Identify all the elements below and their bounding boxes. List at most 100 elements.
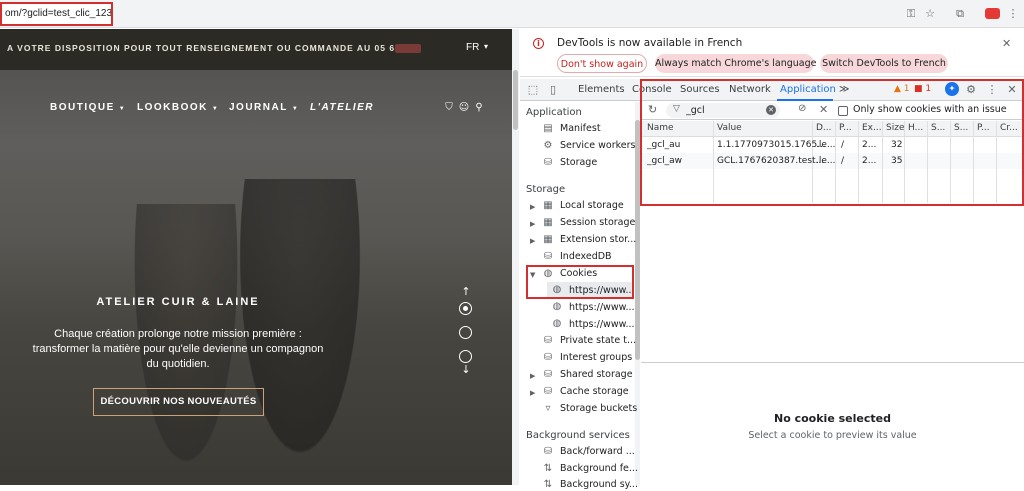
database-icon: ⛁ — [543, 157, 553, 168]
clear-all-cookies-icon[interactable]: ⊘ — [798, 103, 806, 114]
nav-boutique[interactable]: BOUTIQUE ▼ — [50, 102, 126, 113]
column-value[interactable]: Value — [717, 123, 742, 133]
only-issues-checkbox[interactable] — [838, 106, 848, 116]
sidebar-item-local-storage[interactable]: Local storage — [560, 200, 624, 211]
sidebar-item-back-forward-cache[interactable]: Back/forward ... — [560, 446, 635, 457]
more-options-icon[interactable]: ⋮ — [985, 83, 999, 97]
column-divider — [973, 121, 974, 203]
close-icon[interactable]: ✕ — [1002, 37, 1011, 50]
language-selector[interactable]: FR — [466, 42, 479, 53]
arrow-up-icon[interactable]: ↑ — [461, 285, 471, 298]
cell-domain[interactable]: .le... — [816, 140, 835, 150]
nav-atelier[interactable]: L'ATELIER — [310, 102, 374, 113]
column-cross-site[interactable]: Cr... — [1000, 123, 1018, 133]
cell-value[interactable]: GCL.1767620387.test... — [717, 156, 824, 166]
cell-expires[interactable]: 2... — [862, 140, 876, 150]
expand-arrow-icon[interactable]: ▶ — [530, 372, 535, 380]
sync-icon: ⇅ — [543, 479, 553, 490]
nav-journal[interactable]: JOURNAL ▼ — [229, 102, 299, 113]
cell-value[interactable]: 1.1.1770973015.1765... — [717, 140, 826, 150]
filter-input[interactable] — [686, 103, 766, 118]
address-bar[interactable]: om/?gclid=test_clic_123 — [0, 2, 113, 26]
extension-icon[interactable]: ⧉ — [952, 6, 968, 22]
cart-icon[interactable]: ⛉ — [443, 102, 455, 114]
delete-cookie-icon[interactable]: ✕ — [819, 103, 828, 116]
cookie-origin-1[interactable]: https://www... — [569, 285, 635, 296]
expand-arrow-icon[interactable]: ▶ — [530, 389, 535, 397]
slide-dot-3[interactable] — [459, 350, 472, 363]
sidebar-item-manifest[interactable]: Manifest — [560, 123, 601, 134]
tab-sources[interactable]: Sources — [680, 84, 720, 95]
cell-expires[interactable]: 2... — [862, 156, 876, 166]
column-expires[interactable]: Ex... — [862, 123, 882, 133]
arrow-down-icon[interactable]: ↓ — [461, 363, 471, 376]
key-icon[interactable]: ⚿ — [903, 6, 919, 22]
menu-icon[interactable]: ⋮ — [1005, 6, 1021, 22]
inspect-icon[interactable]: ⬚ — [526, 83, 540, 97]
cookie-origin-3[interactable]: https://www... — [569, 319, 635, 330]
sidebar-item-service-workers[interactable]: Service workers — [560, 140, 635, 151]
collapse-arrow-icon[interactable]: ▼ — [530, 271, 535, 279]
preview-divider[interactable] — [641, 362, 1024, 363]
slide-dot-2[interactable] — [459, 326, 472, 339]
expand-arrow-icon[interactable]: ▶ — [530, 220, 535, 228]
star-icon[interactable]: ☆ — [922, 6, 938, 22]
search-icon[interactable]: ⚲ — [473, 102, 485, 114]
profile-icon[interactable] — [985, 8, 1000, 19]
column-httponly[interactable]: H... — [908, 123, 923, 133]
cell-domain[interactable]: .le... — [816, 156, 835, 166]
discover-button[interactable]: DÉCOUVRIR NOS NOUVEAUTÉS — [93, 388, 264, 416]
device-toggle-icon[interactable]: ▯ — [546, 83, 560, 97]
database-icon: ⛁ — [543, 352, 553, 363]
hero-title: ATELIER CUIR & LAINE — [96, 296, 260, 308]
preview-subtitle: Select a cookie to preview its value — [748, 430, 917, 441]
tab-console[interactable]: Console — [632, 84, 672, 95]
tab-elements[interactable]: Elements — [578, 84, 625, 95]
column-domain[interactable]: D... — [816, 123, 832, 133]
sidebar-item-extension-storage[interactable]: Extension stor... — [560, 234, 636, 245]
cell-name[interactable]: _gcl_au — [647, 140, 680, 150]
sidebar-item-interest-groups[interactable]: Interest groups — [560, 352, 632, 363]
slide-dot-1[interactable] — [459, 302, 472, 315]
gear-icon[interactable]: ⚙ — [964, 83, 978, 97]
column-size[interactable]: Size — [886, 123, 904, 133]
sidebar-item-storage[interactable]: Storage — [560, 157, 597, 168]
sidebar-item-shared-storage[interactable]: Shared storage — [560, 369, 633, 380]
cell-size[interactable]: 35 — [891, 156, 902, 166]
tab-application[interactable]: Application — [780, 84, 836, 95]
cell-name[interactable]: _gcl_aw — [647, 156, 682, 166]
sidebar-item-storage-buckets[interactable]: Storage buckets — [560, 403, 637, 414]
sidebar-item-cookies[interactable]: Cookies — [560, 268, 597, 279]
switch-language-button[interactable]: Switch DevTools to French — [820, 54, 948, 73]
error-count[interactable]: ■ 1 — [914, 84, 931, 94]
account-icon[interactable]: ☺ — [458, 102, 470, 114]
table-icon: ▦ — [543, 217, 553, 228]
sidebar-item-cache-storage[interactable]: Cache storage — [560, 386, 629, 397]
clear-filter-icon[interactable]: ✕ — [766, 105, 776, 115]
close-devtools-icon[interactable]: ✕ — [1005, 83, 1019, 97]
more-tabs-button[interactable]: ≫ — [839, 84, 849, 95]
warning-count[interactable]: ▲ 1 — [894, 84, 910, 94]
sidebar-item-background-fetch[interactable]: Background fe... — [560, 463, 638, 474]
column-secure[interactable]: S... — [931, 123, 945, 133]
sidebar-item-private-state[interactable]: Private state t... — [560, 335, 636, 346]
expand-arrow-icon[interactable]: ▶ — [530, 237, 535, 245]
sidebar-item-indexeddb[interactable]: IndexedDB — [560, 251, 612, 262]
dont-show-again-button[interactable]: Don't show again — [557, 54, 647, 73]
ai-assistance-icon[interactable]: ✦ — [945, 82, 959, 96]
column-path[interactable]: P... — [839, 123, 852, 133]
tab-network[interactable]: Network — [729, 84, 771, 95]
cookie-origin-2[interactable]: https://www... — [569, 302, 635, 313]
column-samesite[interactable]: S... — [954, 123, 968, 133]
column-name[interactable]: Name — [647, 123, 674, 133]
cell-path[interactable]: / — [841, 140, 844, 150]
refresh-icon[interactable]: ↻ — [648, 103, 657, 116]
cell-size[interactable]: 32 — [891, 140, 902, 150]
expand-arrow-icon[interactable]: ▶ — [530, 203, 535, 211]
page-scrollbar-thumb[interactable] — [513, 70, 518, 130]
nav-lookbook[interactable]: LOOKBOOK ▼ — [137, 102, 219, 113]
sidebar-item-session-storage[interactable]: Session storage — [560, 217, 635, 228]
column-priority[interactable]: P... — [977, 123, 990, 133]
cell-path[interactable]: / — [841, 156, 844, 166]
match-language-button[interactable]: Always match Chrome's language — [655, 54, 816, 73]
